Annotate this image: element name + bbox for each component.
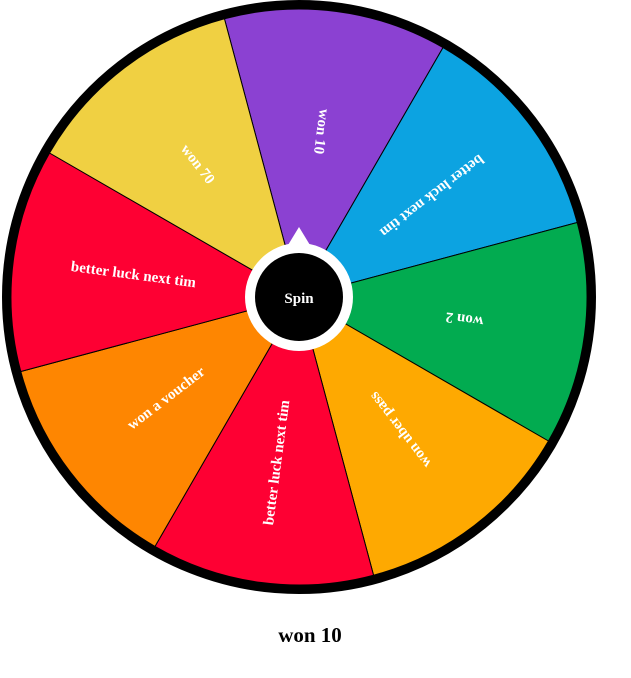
prize-wheel: won 10better luck next timwon 2won uber … xyxy=(2,0,596,594)
spin-button-label: Spin xyxy=(284,291,314,307)
result-text: won 10 xyxy=(278,623,342,647)
